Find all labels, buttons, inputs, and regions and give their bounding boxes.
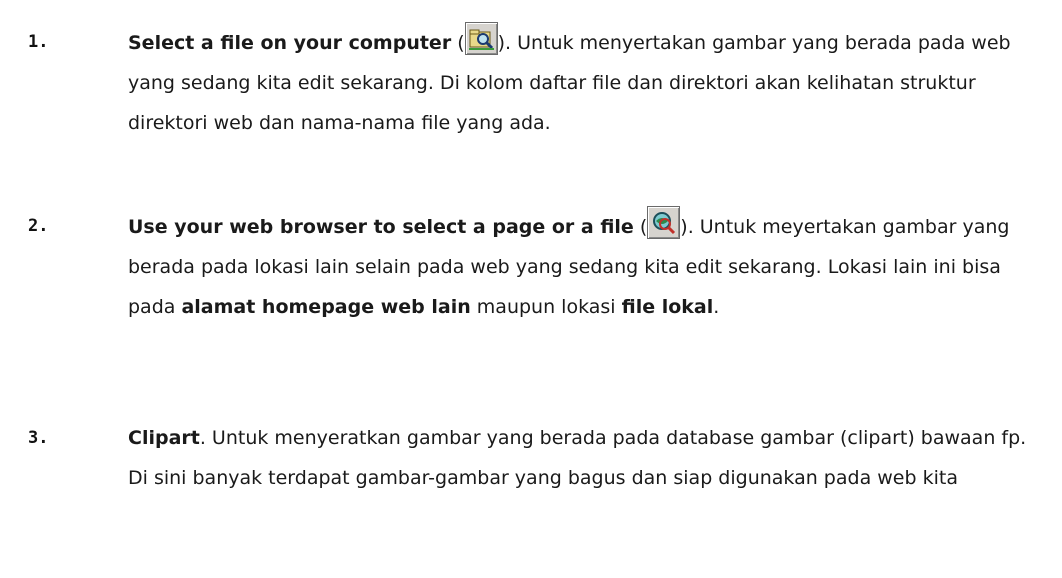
document: 1. Select a file on your computer ( ). U…	[0, 0, 1062, 578]
item-description: . Untuk menyeratkan gambar yang berada p…	[128, 427, 1027, 489]
browse-web-icon	[647, 206, 681, 239]
item-title: Clipart	[128, 427, 200, 449]
list-item-text: Select a file on your computer ( ). Untu…	[128, 22, 1048, 143]
list-number: 1.	[28, 32, 49, 52]
list-item-text: Use your web browser to select a page or…	[128, 206, 1048, 327]
list-number: 2.	[28, 216, 49, 236]
folder-search-icon	[464, 22, 498, 55]
paren-close: ).	[680, 216, 694, 238]
paren-open: (	[633, 216, 648, 238]
list-number: 3.	[28, 428, 49, 448]
item-title: Select a file on your computer	[128, 32, 452, 54]
item-description-end: .	[713, 296, 720, 318]
highlight-local-file: file lokal	[621, 296, 714, 318]
paren-open: (	[451, 32, 465, 54]
list-item-text: Clipart. Untuk menyeratkan gambar yang b…	[128, 418, 1048, 498]
item-description-cont: maupun lokasi	[470, 296, 622, 318]
item-title: Use your web browser to select a page or…	[128, 216, 634, 238]
highlight-homepage: alamat homepage web lain	[181, 296, 471, 318]
paren-close: ).	[497, 32, 512, 54]
